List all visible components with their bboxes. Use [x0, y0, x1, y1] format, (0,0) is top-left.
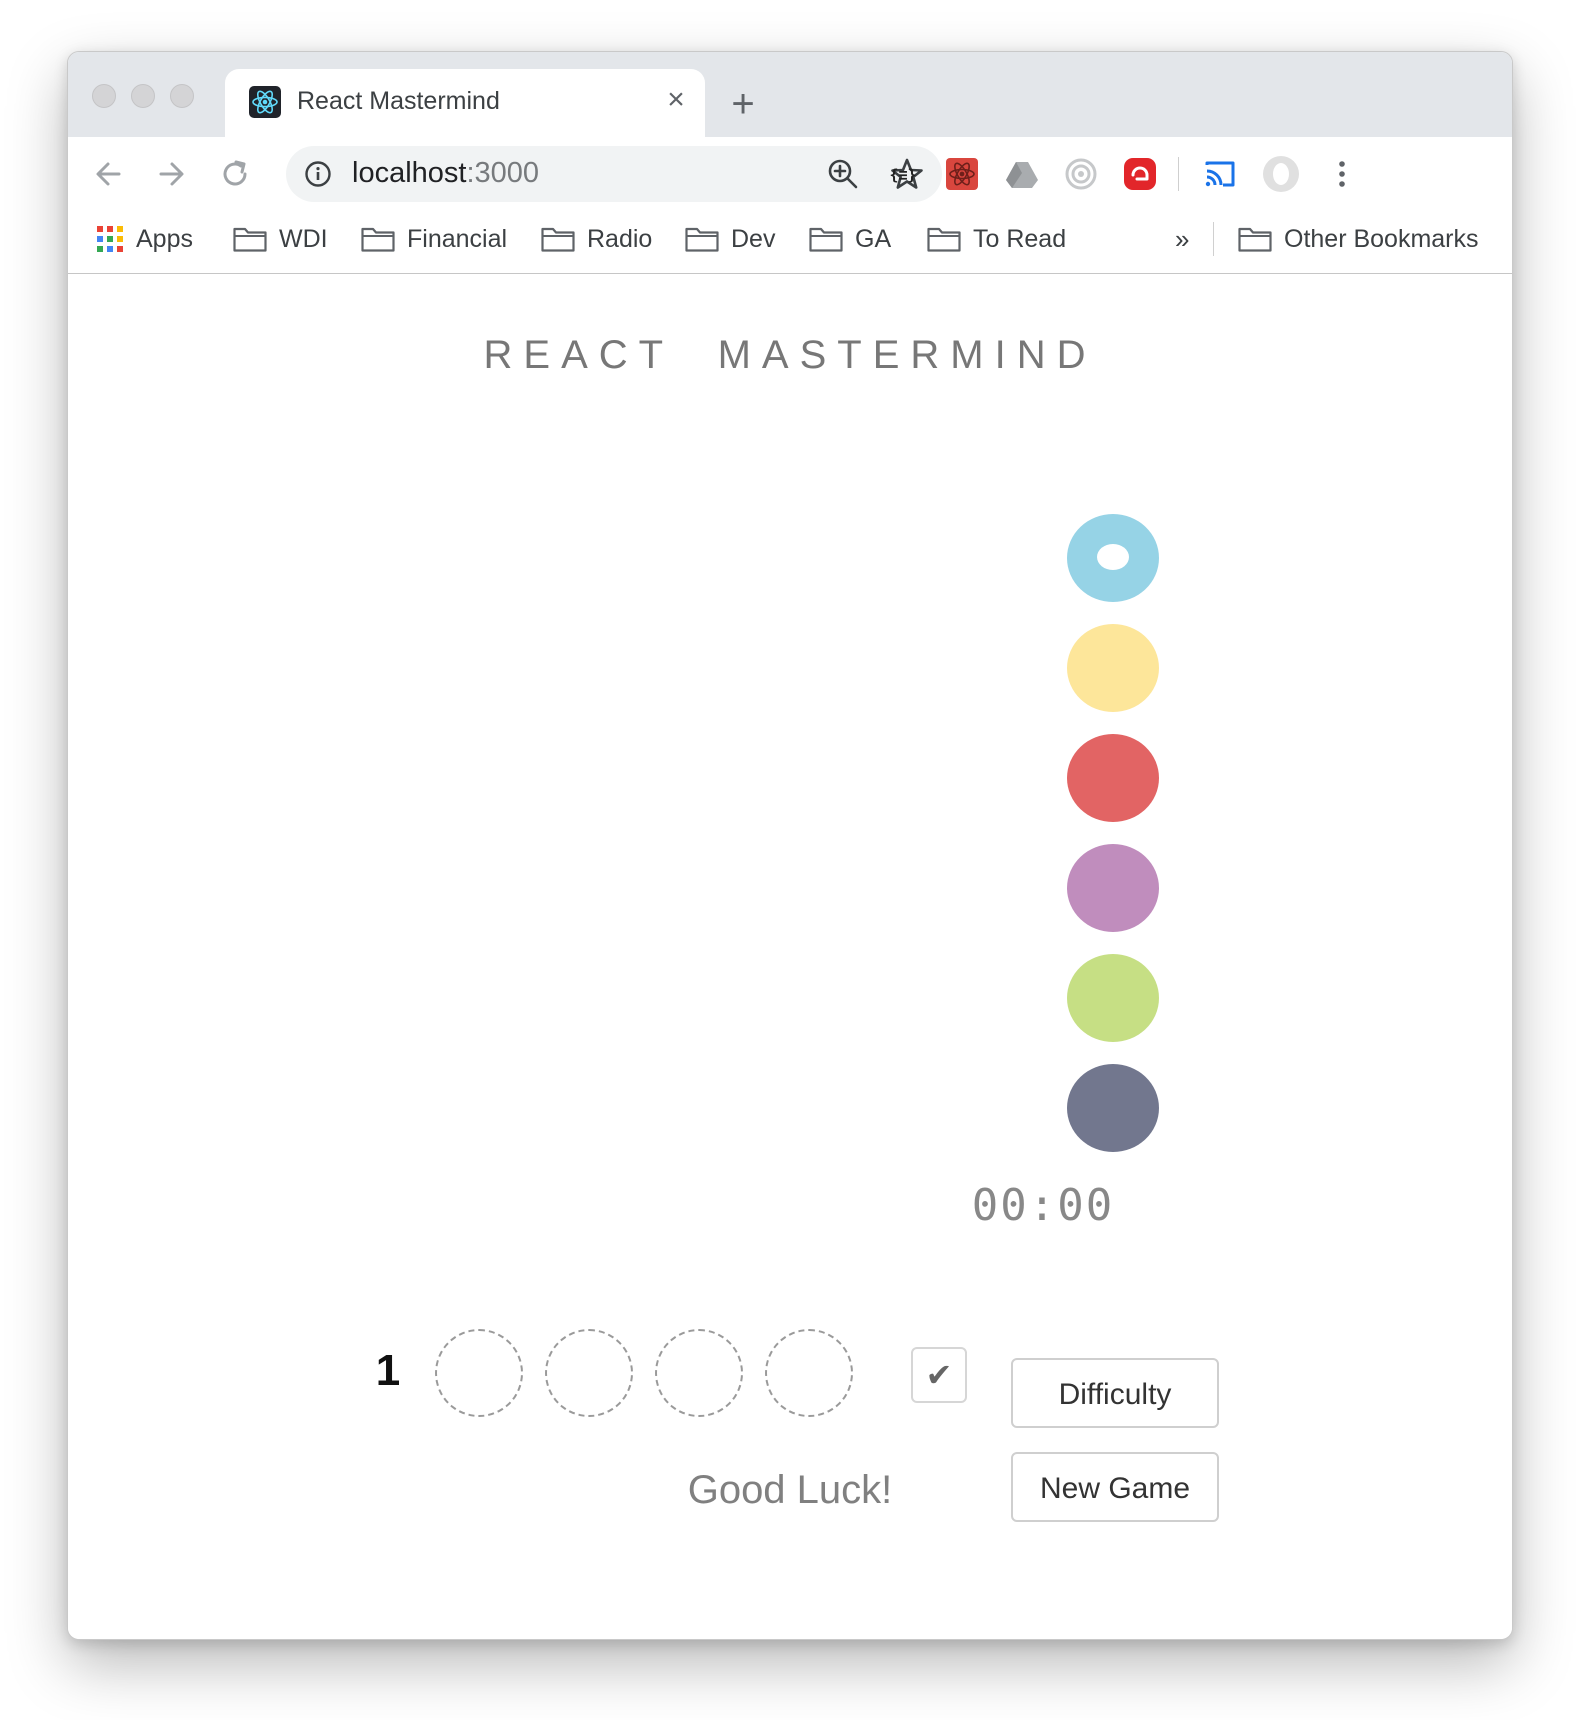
- arrow-right-icon: [159, 162, 184, 186]
- game-timer: 00:00: [971, 1180, 1115, 1231]
- tab-close-icon[interactable]: ×: [660, 84, 692, 116]
- bookmark-label: WDI: [279, 224, 328, 253]
- guess-slot-3[interactable]: [655, 1329, 743, 1417]
- maximize-window-button[interactable]: [170, 84, 194, 108]
- arrow-left-icon: [96, 162, 121, 186]
- cast-icon[interactable]: [1203, 157, 1237, 191]
- reload-button[interactable]: [212, 151, 258, 197]
- color-peg-blue[interactable]: [1067, 514, 1159, 602]
- folder-icon: [809, 227, 843, 252]
- address-bar[interactable]: localhost:3000: [286, 146, 942, 202]
- tab-strip: React Mastermind × +: [68, 52, 1512, 137]
- bookmark-folder-wdi[interactable]: WDI: [233, 221, 328, 257]
- bookmark-label: Radio: [587, 224, 653, 253]
- browser-window: React Mastermind × + localhost:3000 {≡} …: [67, 51, 1513, 1640]
- bookmarks-overflow-button[interactable]: »: [1175, 221, 1189, 257]
- minimize-window-button[interactable]: [131, 84, 155, 108]
- guess-row-number: 1: [375, 1346, 401, 1395]
- bookmark-apps[interactable]: Apps: [96, 221, 193, 257]
- url-text[interactable]: localhost:3000: [352, 157, 539, 190]
- drive-extension-icon[interactable]: [1005, 157, 1039, 191]
- folder-icon: [685, 227, 719, 252]
- color-peg-yellow[interactable]: [1067, 624, 1159, 712]
- bookmark-label: Dev: [731, 224, 776, 253]
- tab-react-mastermind[interactable]: React Mastermind ×: [225, 69, 705, 137]
- new-tab-button[interactable]: +: [724, 84, 762, 124]
- bookmark-folder-dev[interactable]: Dev: [685, 221, 775, 257]
- close-window-button[interactable]: [92, 84, 116, 108]
- url-host: localhost: [352, 157, 467, 189]
- bookmark-folder-ga[interactable]: GA: [809, 221, 891, 257]
- folder-icon: [541, 227, 575, 252]
- page-content: REACT MASTERMIND 00:00 Difficulty New Ga…: [68, 274, 1512, 1639]
- folder-icon: [927, 227, 961, 252]
- guess-slot-1[interactable]: [435, 1329, 523, 1417]
- toolbar-divider: [1178, 157, 1179, 191]
- json-formatter-extension-icon[interactable]: {≡}: [886, 157, 920, 191]
- url-port: :3000: [466, 157, 540, 189]
- bookmark-folder-financial[interactable]: Financial: [361, 221, 507, 257]
- info-icon[interactable]: [304, 160, 332, 188]
- kebab-menu-icon[interactable]: [1325, 157, 1359, 191]
- folder-icon: [233, 227, 267, 252]
- toolbar: localhost:3000 {≡}: [68, 137, 1512, 210]
- color-peg-red[interactable]: [1067, 734, 1159, 822]
- score-check-button[interactable]: ✔: [911, 1347, 967, 1403]
- apps-grid-icon: [97, 226, 123, 252]
- bookmarks-bar: Apps WDI Financial Radio Dev GA To Read …: [68, 210, 1512, 274]
- selected-indicator: [1097, 544, 1129, 570]
- color-peg-green[interactable]: [1067, 954, 1159, 1042]
- folder-icon: [361, 227, 395, 252]
- bookmark-folder-other[interactable]: Other Bookmarks: [1238, 221, 1479, 257]
- guess-slot-4[interactable]: [765, 1329, 853, 1417]
- target-extension-icon[interactable]: [1064, 157, 1098, 191]
- bookmark-label: Apps: [136, 224, 193, 253]
- color-peg-purple[interactable]: [1067, 844, 1159, 932]
- page-title: REACT MASTERMIND: [483, 333, 1097, 377]
- tab-title: React Mastermind: [297, 87, 500, 115]
- react-favicon-icon: [249, 86, 281, 118]
- bookmark-folder-radio[interactable]: Radio: [541, 221, 652, 257]
- color-peg-slate[interactable]: [1067, 1064, 1159, 1152]
- react-devtools-extension-icon[interactable]: [945, 157, 979, 191]
- back-button[interactable]: [86, 151, 132, 197]
- zoom-icon[interactable]: [826, 157, 860, 191]
- forward-button[interactable]: [148, 151, 194, 197]
- bookmark-folder-to-read[interactable]: To Read: [927, 221, 1066, 257]
- guess-slot-2[interactable]: [545, 1329, 633, 1417]
- bookmark-label: To Read: [973, 224, 1067, 253]
- bookmark-label: Financial: [407, 224, 508, 253]
- bookmark-label: GA: [855, 224, 892, 253]
- lastpass-extension-icon[interactable]: [1123, 157, 1157, 191]
- avatar[interactable]: [1262, 155, 1300, 193]
- folder-icon: [1238, 227, 1272, 252]
- difficulty-button[interactable]: Difficulty: [1011, 1358, 1219, 1428]
- svg-text:{≡}: {≡}: [889, 166, 916, 184]
- bookmark-label: Other Bookmarks: [1284, 224, 1479, 253]
- reload-icon: [223, 160, 247, 186]
- status-message: Good Luck!: [687, 1468, 893, 1512]
- bookmarks-divider: [1213, 222, 1214, 256]
